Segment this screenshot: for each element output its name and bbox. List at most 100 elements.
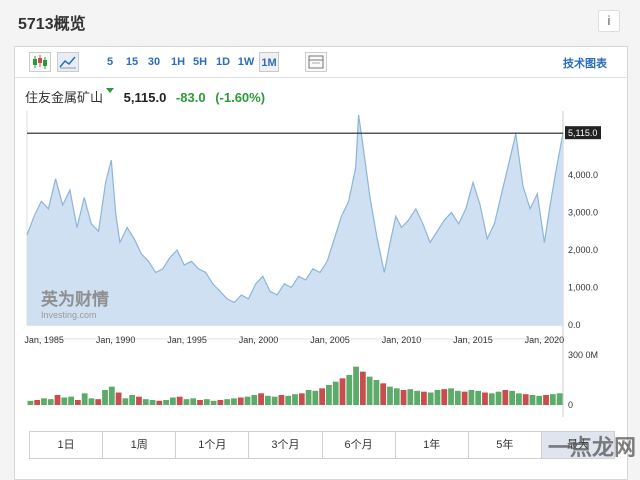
range-button-6[interactable]: 5年 — [469, 432, 542, 458]
volume-bar — [197, 400, 203, 405]
price-tick-label: 1,000.0 — [568, 283, 598, 293]
volume-bar — [387, 386, 393, 405]
volume-bar — [543, 395, 549, 405]
volume-bar — [34, 400, 41, 405]
price-chart[interactable]: 5,115.0 0.01,000.02,000.03,000.04,000.0 … — [15, 47, 627, 427]
volume-bar — [305, 390, 312, 405]
volume-bar — [434, 390, 441, 405]
volume-bar — [421, 391, 427, 405]
volume-bar — [536, 395, 543, 405]
time-tick-label: Jan, 1985 — [24, 335, 64, 345]
volume-bar — [68, 396, 74, 405]
volume-bar — [251, 395, 258, 405]
volume-bar — [41, 398, 47, 405]
price-tick-label: 4,000.0 — [568, 170, 598, 180]
range-button-1[interactable]: 1周 — [103, 432, 177, 458]
range-button-0[interactable]: 1日 — [30, 432, 104, 458]
volume-bar — [549, 394, 556, 405]
volume-bar — [183, 399, 190, 405]
volume-bar — [475, 390, 482, 405]
volume-bar — [190, 398, 197, 405]
volume-bar — [353, 366, 359, 405]
info-icon[interactable]: i — [598, 10, 620, 32]
volume-bar — [522, 394, 529, 405]
range-selector: 1日 1周 1个月 3个月 6个月 1年 5年 最大 — [29, 431, 615, 459]
range-button-4[interactable]: 6个月 — [323, 432, 396, 458]
range-button-2[interactable]: 1个月 — [176, 432, 250, 458]
volume-bar — [115, 392, 122, 405]
volume-bar — [264, 395, 271, 405]
price-axis: 0.0 1,000.0 2,000.0 3,000.0 4,000.0 — [568, 170, 598, 330]
volume-bar — [244, 396, 251, 405]
chart-card: 5 15 30 1H 5H 1D 1W 1M 技术图表 住友金属矿山 5,115.0 -83.… — [14, 46, 628, 480]
range-button-5[interactable]: 1年 — [396, 432, 469, 458]
volume-bar — [529, 395, 536, 405]
time-axis: Jan, 1985 Jan, 1990 Jan, 1995 Jan, 2000 Jan,… — [24, 335, 564, 345]
volume-bar — [366, 376, 373, 405]
volume-bar — [237, 397, 244, 405]
volume-bar — [427, 392, 434, 405]
volume-bar — [176, 396, 183, 405]
volume-bar — [102, 390, 108, 405]
price-tick-label: 0.0 — [568, 320, 581, 330]
volume-bar — [136, 396, 142, 405]
volume-bar — [393, 388, 400, 405]
time-tick-label: Jan, 2015 — [453, 335, 493, 345]
volume-bar — [468, 390, 475, 405]
logo-subtext: Investing.com — [41, 310, 97, 320]
volume-bar — [271, 396, 278, 405]
volume-bar — [454, 390, 461, 405]
volume-bar — [285, 395, 292, 405]
volume-bar — [332, 381, 339, 405]
price-tick-label: 2,000.0 — [568, 245, 598, 255]
volume-bar — [217, 400, 224, 405]
volume-bar — [488, 393, 495, 405]
volume-bar — [312, 390, 319, 405]
volume-bar — [461, 391, 468, 405]
volume-bar — [156, 400, 163, 405]
volume-axis-top: 300 0M — [568, 350, 598, 360]
volume-bar — [482, 392, 488, 405]
volume-bar — [27, 400, 34, 405]
volume-bar — [95, 399, 102, 405]
watermark-text: 一点龙网 — [547, 435, 636, 460]
time-tick-label: Jan, 2005 — [310, 335, 350, 345]
volume-bar — [516, 393, 522, 405]
volume-bar — [495, 391, 502, 405]
volume-bar — [149, 400, 156, 405]
volume-bar — [380, 383, 387, 405]
title-bar: 5713概览 i — [0, 0, 640, 40]
logo-text: 英为财情 — [41, 289, 109, 309]
volume-bar — [298, 393, 305, 405]
volume-bar — [414, 390, 421, 405]
volume-bar — [74, 400, 81, 405]
range-button-3[interactable]: 3个月 — [249, 432, 323, 458]
volume-bar — [163, 400, 169, 405]
volume-bar — [169, 397, 176, 405]
volume-bar — [502, 390, 509, 405]
volume-bar — [88, 398, 95, 405]
page: 5713概览 i 5 15 30 1H 5H 1D 1W 1M 技术图表 住友金属矿山 5 — [0, 0, 640, 480]
volume-bar — [278, 395, 285, 405]
volume-bar — [81, 393, 88, 405]
volume-bar — [346, 375, 353, 405]
volume-bar — [339, 378, 346, 405]
volume-bar — [326, 385, 332, 405]
volume-bar — [556, 393, 563, 405]
volume-bar — [319, 388, 326, 405]
last-price-label: 5,115.0 — [568, 128, 597, 138]
volume-bar — [47, 399, 54, 405]
volume-bar — [373, 380, 380, 405]
time-tick-label: Jan, 2000 — [239, 335, 279, 345]
volume-bar — [292, 394, 298, 405]
volume-bar — [258, 393, 264, 405]
volume-axis-zero: 0 — [568, 400, 573, 410]
volume-bar — [129, 395, 136, 405]
volume-bar — [122, 398, 129, 405]
volume-bar — [509, 390, 516, 405]
volume-bar — [203, 399, 210, 405]
page-title: 5713概览 — [18, 16, 86, 33]
price-tick-label: 3,000.0 — [568, 208, 598, 218]
time-tick-label: Jan, 2010 — [382, 335, 422, 345]
volume-bar — [359, 371, 366, 405]
